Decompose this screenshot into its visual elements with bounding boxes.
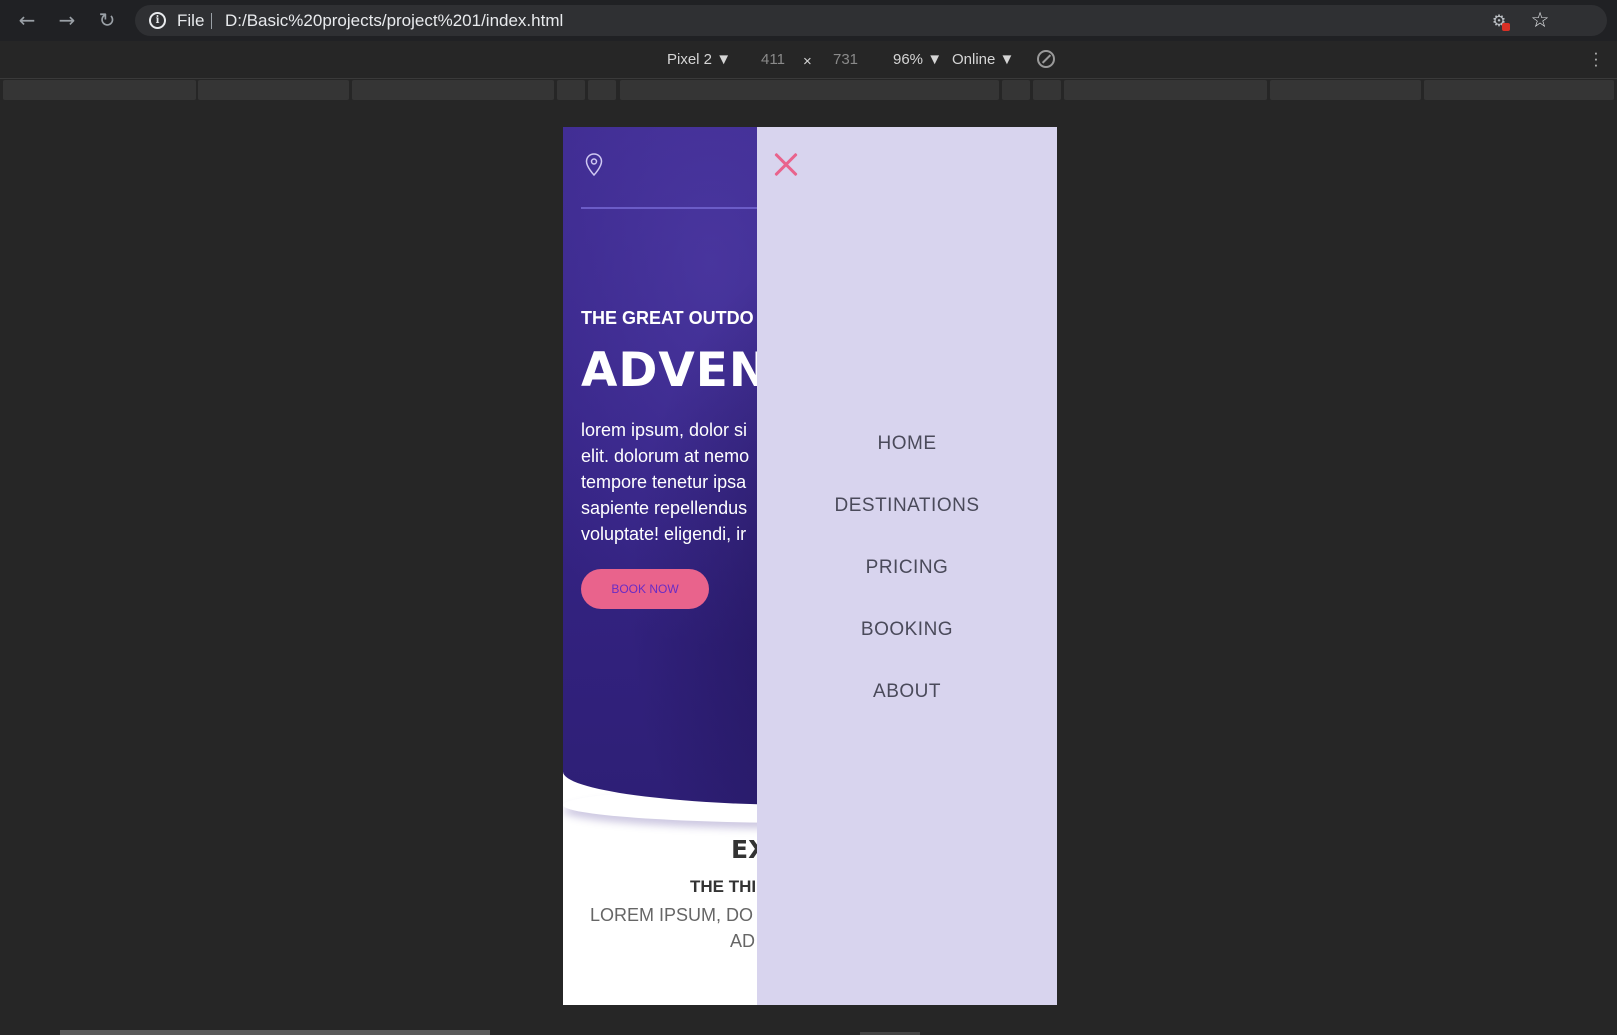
media-query-segment[interactable] <box>1270 80 1421 100</box>
bookmark-star-icon[interactable]: ☆ <box>1527 7 1553 33</box>
location-pin-icon[interactable] <box>585 153 603 177</box>
info-icon[interactable]: i <box>149 12 166 29</box>
width-input[interactable]: 411 <box>761 51 785 68</box>
device-viewport: THE GREAT OUTDO ADVENT lorem ipsum, dolo… <box>563 127 1057 1005</box>
browser-toolbar: ← → ↻ i File D:/Basic%20projects/project… <box>0 0 1617 41</box>
device-select[interactable]: Pixel 2 ▼ <box>667 51 731 68</box>
height-input[interactable]: 731 <box>833 51 858 68</box>
close-icon[interactable] <box>773 151 799 177</box>
media-query-segment[interactable] <box>557 80 585 100</box>
times-label: × <box>803 53 812 70</box>
media-query-segment[interactable] <box>620 80 999 100</box>
media-query-segment[interactable] <box>3 80 196 100</box>
network-select[interactable]: Online ▼ <box>952 51 1014 68</box>
extension-icon[interactable]: ⚙ <box>1488 10 1510 32</box>
media-query-segment[interactable] <box>198 80 349 100</box>
rotate-icon[interactable] <box>1037 50 1055 68</box>
device-toolbar: Pixel 2 ▼ 411 × 731 96% ▼ Online ▼ · · · <box>0 41 1617 79</box>
nav-item-destinations[interactable]: DESTINATIONS <box>757 489 1057 551</box>
media-query-segment[interactable] <box>1064 80 1267 100</box>
url-text[interactable]: D:/Basic%20projects/project%201/index.ht… <box>225 11 563 31</box>
back-icon[interactable]: ← <box>14 7 40 33</box>
book-now-button[interactable]: BOOK NOW <box>581 569 709 609</box>
media-query-segment[interactable] <box>1424 80 1614 100</box>
address-bar[interactable]: i File D:/Basic%20projects/project%201/i… <box>135 5 1607 36</box>
nav-item-booking[interactable]: BOOKING <box>757 613 1057 675</box>
divider <box>211 13 212 29</box>
reload-icon[interactable]: ↻ <box>94 7 120 33</box>
zoom-select[interactable]: 96% ▼ <box>893 51 942 68</box>
more-options-icon[interactable]: · · · <box>1591 44 1601 73</box>
media-query-segment[interactable] <box>352 80 554 100</box>
media-query-segment[interactable] <box>1033 80 1061 100</box>
hero-kicker: THE GREAT OUTDO <box>581 308 754 328</box>
url-scheme: File <box>177 11 205 30</box>
nav-item-pricing[interactable]: PRICING <box>757 551 1057 613</box>
nav-item-home[interactable]: HOME <box>757 427 1057 489</box>
forward-icon[interactable]: → <box>54 7 80 33</box>
media-query-segment[interactable] <box>1002 80 1030 100</box>
nav-menu-list: HOME DESTINATIONS PRICING BOOKING ABOUT <box>757 427 1057 737</box>
media-query-segment[interactable] <box>588 80 616 100</box>
horizontal-scrollbar[interactable] <box>60 1030 490 1035</box>
section-subtitle: THE THI <box>690 877 757 896</box>
nav-menu-overlay: HOME DESTINATIONS PRICING BOOKING ABOUT <box>757 127 1057 1005</box>
nav-item-about[interactable]: ABOUT <box>757 675 1057 737</box>
section-body-line: AD <box>730 931 756 951</box>
media-query-bar <box>0 80 1617 100</box>
